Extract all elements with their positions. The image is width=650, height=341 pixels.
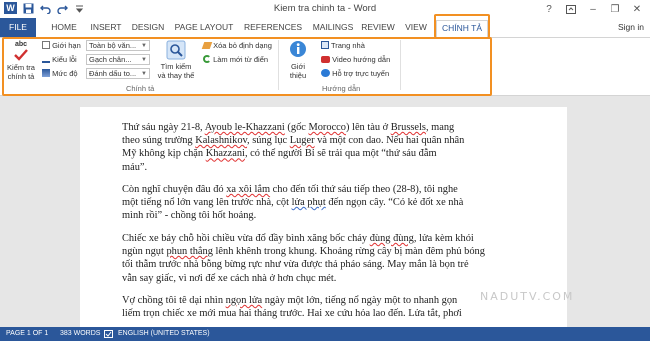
tab-home[interactable]: HOME	[44, 20, 84, 37]
window-controls: ? – ❐ ✕	[538, 1, 648, 17]
paragraph-3[interactable]: Chiếc xe bảy chỗ hồi chiều vừa đổ đầy bì…	[122, 232, 552, 285]
tab-page-layout[interactable]: PAGE LAYOUT	[172, 20, 236, 37]
close-button[interactable]: ✕	[626, 1, 648, 17]
highlight-box-tab	[434, 14, 490, 38]
status-bar: PAGE 1 OF 1 383 WORDS ENGLISH (UNITED ST…	[0, 327, 650, 341]
language-indicator[interactable]: ENGLISH (UNITED STATES)	[118, 330, 210, 337]
tab-file[interactable]: FILE	[0, 18, 36, 37]
highlight-box-ribbon	[2, 37, 492, 96]
help-button[interactable]: ?	[538, 1, 560, 17]
proofing-icon[interactable]	[104, 330, 113, 340]
ribbon-display-options-button[interactable]	[560, 1, 582, 17]
ribbon-tabs: FILE HOME INSERT DESIGN PAGE LAYOUT REFE…	[0, 18, 650, 37]
tab-design[interactable]: DESIGN	[128, 20, 168, 37]
title-bar: W Kiem tra chinh ta - Word ? – ❐ ✕	[0, 0, 650, 18]
document-area: Thứ sáu ngày 21-8, Ayoub le-Khazzani (gố…	[0, 96, 650, 332]
tab-insert[interactable]: INSERT	[86, 20, 126, 37]
paragraph-2[interactable]: Còn nghĩ chuyện đâu đó xa xôi lắm cho đế…	[122, 183, 552, 223]
page-count[interactable]: PAGE 1 OF 1	[6, 330, 48, 337]
paragraph-1[interactable]: Thứ sáu ngày 21-8, Ayoub le-Khazzani (gố…	[122, 121, 552, 174]
word-count[interactable]: 383 WORDS	[60, 330, 100, 337]
tab-review[interactable]: REVIEW	[360, 20, 396, 37]
tab-references[interactable]: REFERENCES	[240, 20, 306, 37]
minimize-button[interactable]: –	[582, 1, 604, 17]
sign-in-link[interactable]: Sign in	[618, 22, 644, 32]
tab-view[interactable]: VIEW	[400, 20, 432, 37]
watermark: NADUTV.COM	[480, 290, 575, 303]
tab-mailings[interactable]: MAILINGS	[308, 20, 358, 37]
maximize-button[interactable]: ❐	[604, 1, 626, 17]
